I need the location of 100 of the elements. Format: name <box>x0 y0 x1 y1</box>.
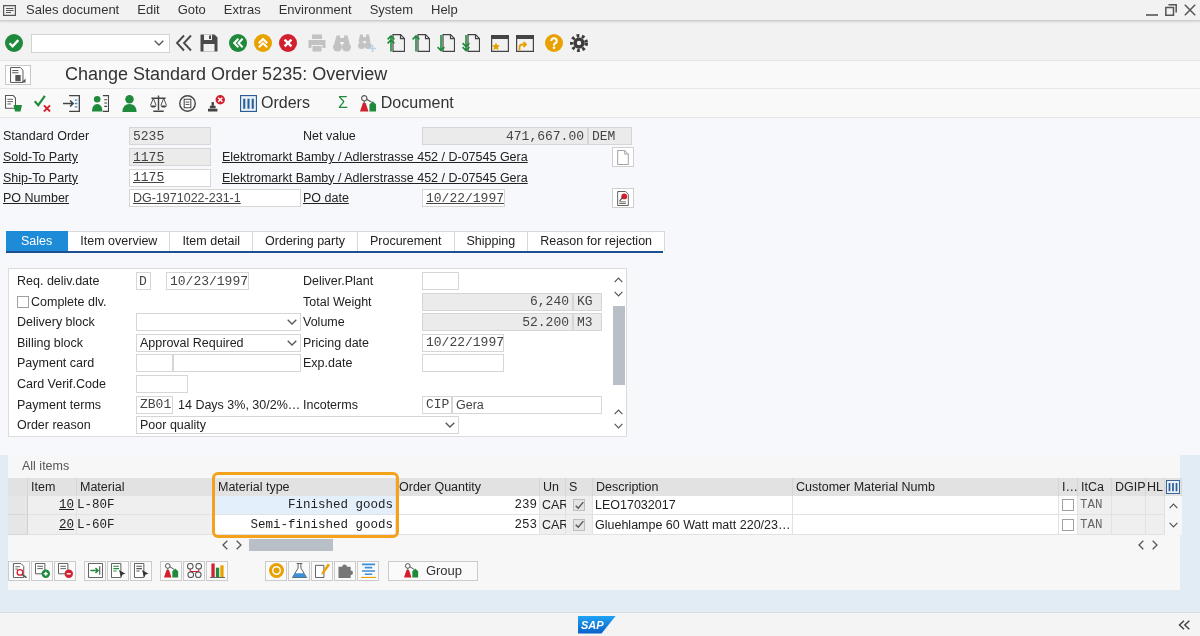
tab[interactable]: Shipping <box>454 230 529 251</box>
page-plus-button[interactable] <box>31 560 53 581</box>
input-field[interactable]: 1175 <box>129 168 211 187</box>
group-button[interactable]: Group <box>388 560 478 581</box>
column-header[interactable]: Item <box>28 477 77 496</box>
check-x-icon[interactable] <box>34 94 51 112</box>
flask-button[interactable] <box>288 560 310 581</box>
column-header[interactable]: DGIP <box>1112 477 1146 496</box>
table-input[interactable]: Gluehlampe 60 Watt matt 220/23… <box>593 515 793 535</box>
checkbox[interactable] <box>573 518 585 531</box>
column-header[interactable]: Customer Material Numb <box>793 477 1059 496</box>
menu-item[interactable]: Sales document <box>17 1 129 19</box>
column-header[interactable]: Material <box>77 477 215 496</box>
pages-basket-icon[interactable] <box>5 94 22 112</box>
column-header[interactable]: Description <box>593 477 793 496</box>
chevron-up-icon[interactable] <box>1169 502 1178 509</box>
menu-item[interactable]: Extras <box>214 1 270 19</box>
table-input[interactable]: LEO17032017 <box>593 495 793 516</box>
dropdown[interactable]: Approval Required <box>136 333 301 352</box>
input-field[interactable] <box>173 354 301 373</box>
columns-icon[interactable] <box>1166 479 1180 494</box>
check-circle-icon[interactable] <box>5 34 23 52</box>
address-link[interactable]: Elektromarkt Bamby / Adlerstrasse 452 / D-07545 Gera <box>222 170 528 185</box>
menu-item[interactable]: Edit <box>128 1 169 19</box>
restore-icon[interactable] <box>1165 4 1177 16</box>
double-chevron-left-circle-icon[interactable] <box>229 34 247 52</box>
tab[interactable]: Procurement <box>357 230 455 251</box>
input-field[interactable]: DG-1971022-231-1 <box>129 189 301 208</box>
tab[interactable]: Ordering party <box>253 230 358 251</box>
scales-icon[interactable] <box>150 94 167 112</box>
page-double-arrow-down-icon[interactable] <box>462 34 480 52</box>
input-field[interactable]: D <box>136 272 151 291</box>
person-list-icon[interactable] <box>92 94 109 112</box>
chevron-down-icon[interactable] <box>614 290 623 297</box>
table-input[interactable]: 253 <box>396 515 540 535</box>
input-field[interactable] <box>136 375 188 393</box>
table-input[interactable]: Finished goods <box>215 495 396 516</box>
page-caret-button[interactable] <box>5 64 31 85</box>
page-double-arrow-up-icon[interactable] <box>387 34 405 52</box>
orders-button[interactable]: Orders <box>240 94 310 112</box>
menu-item[interactable]: Help <box>422 1 467 19</box>
table-input[interactable] <box>793 515 1059 535</box>
scrollbar-thumb[interactable] <box>612 305 625 385</box>
column-header[interactable]: S <box>566 477 593 496</box>
chevron-down-icon[interactable] <box>614 422 623 429</box>
page-minus-button[interactable] <box>54 560 76 581</box>
arrow-into-box-icon[interactable] <box>63 94 80 112</box>
command-field[interactable] <box>31 33 170 53</box>
flask-network-button[interactable] <box>160 560 182 581</box>
input-field[interactable]: ZB01 <box>136 395 173 414</box>
menu-icon[interactable] <box>3 4 16 16</box>
input-field[interactable]: 10/22/1997 <box>422 333 504 352</box>
input-field[interactable] <box>136 354 173 373</box>
bar-chart-button[interactable] <box>206 560 228 581</box>
chevron-right-icon[interactable] <box>236 540 242 551</box>
chevron-right-icon[interactable] <box>1152 540 1158 551</box>
pencil-page-button[interactable] <box>311 560 333 581</box>
dropdown[interactable]: Poor quality <box>136 416 459 435</box>
table-input[interactable] <box>793 495 1059 516</box>
column-header[interactable]: Material type <box>215 477 396 496</box>
column-header[interactable]: Order Quantity <box>396 477 540 496</box>
input-field[interactable]: 10/23/1997 <box>166 272 249 291</box>
checkbox[interactable] <box>17 295 29 308</box>
field-link[interactable]: PO date <box>303 191 422 206</box>
circled-page-icon[interactable] <box>179 94 196 112</box>
close-icon[interactable] <box>1184 4 1196 16</box>
column-header[interactable]: HL <box>1146 477 1165 496</box>
nodes-button[interactable] <box>183 560 205 581</box>
checkbox[interactable] <box>573 499 585 511</box>
menu-item[interactable]: System <box>360 1 422 19</box>
puzzle-button[interactable] <box>334 560 356 581</box>
field-link[interactable]: Ship-To Party <box>3 170 129 185</box>
x-circle-icon[interactable] <box>279 34 297 52</box>
tab[interactable]: Item detail <box>170 230 254 251</box>
page-arrow-down-icon[interactable] <box>437 34 455 52</box>
field-link[interactable]: PO Number <box>3 191 129 206</box>
column-header[interactable]: ItCa <box>1078 477 1112 496</box>
person-icon[interactable] <box>121 94 138 112</box>
chevron-down-icon[interactable] <box>1169 522 1178 528</box>
menu-item[interactable]: Environment <box>269 1 361 19</box>
input-field[interactable]: 10/22/1997 <box>422 189 505 208</box>
list-cursor-button[interactable] <box>130 560 152 581</box>
gear-icon[interactable] <box>570 34 588 52</box>
page-pen-button[interactable] <box>612 188 634 209</box>
field-link[interactable]: Sold-To Party <box>3 150 129 165</box>
scrollbar-thumb[interactable] <box>249 539 333 552</box>
page-arrow-up-icon[interactable] <box>412 34 430 52</box>
input-field[interactable] <box>422 354 504 373</box>
checkbox[interactable] <box>1062 518 1074 531</box>
chevron-left-icon[interactable] <box>222 540 228 551</box>
page-cursor-button[interactable] <box>107 560 129 581</box>
document-button[interactable]: Document <box>359 94 454 112</box>
tab[interactable]: Item overview <box>68 230 171 251</box>
sum-button[interactable]: Σ <box>337 94 348 112</box>
column-header[interactable]: I… <box>1059 477 1078 496</box>
page-magnifier-button[interactable] <box>8 560 30 581</box>
double-chevron-left-icon[interactable] <box>175 34 193 52</box>
tab[interactable]: Reason for rejection <box>528 230 666 251</box>
chevron-up-icon[interactable] <box>614 276 623 283</box>
arrow-box-button[interactable] <box>84 560 106 581</box>
